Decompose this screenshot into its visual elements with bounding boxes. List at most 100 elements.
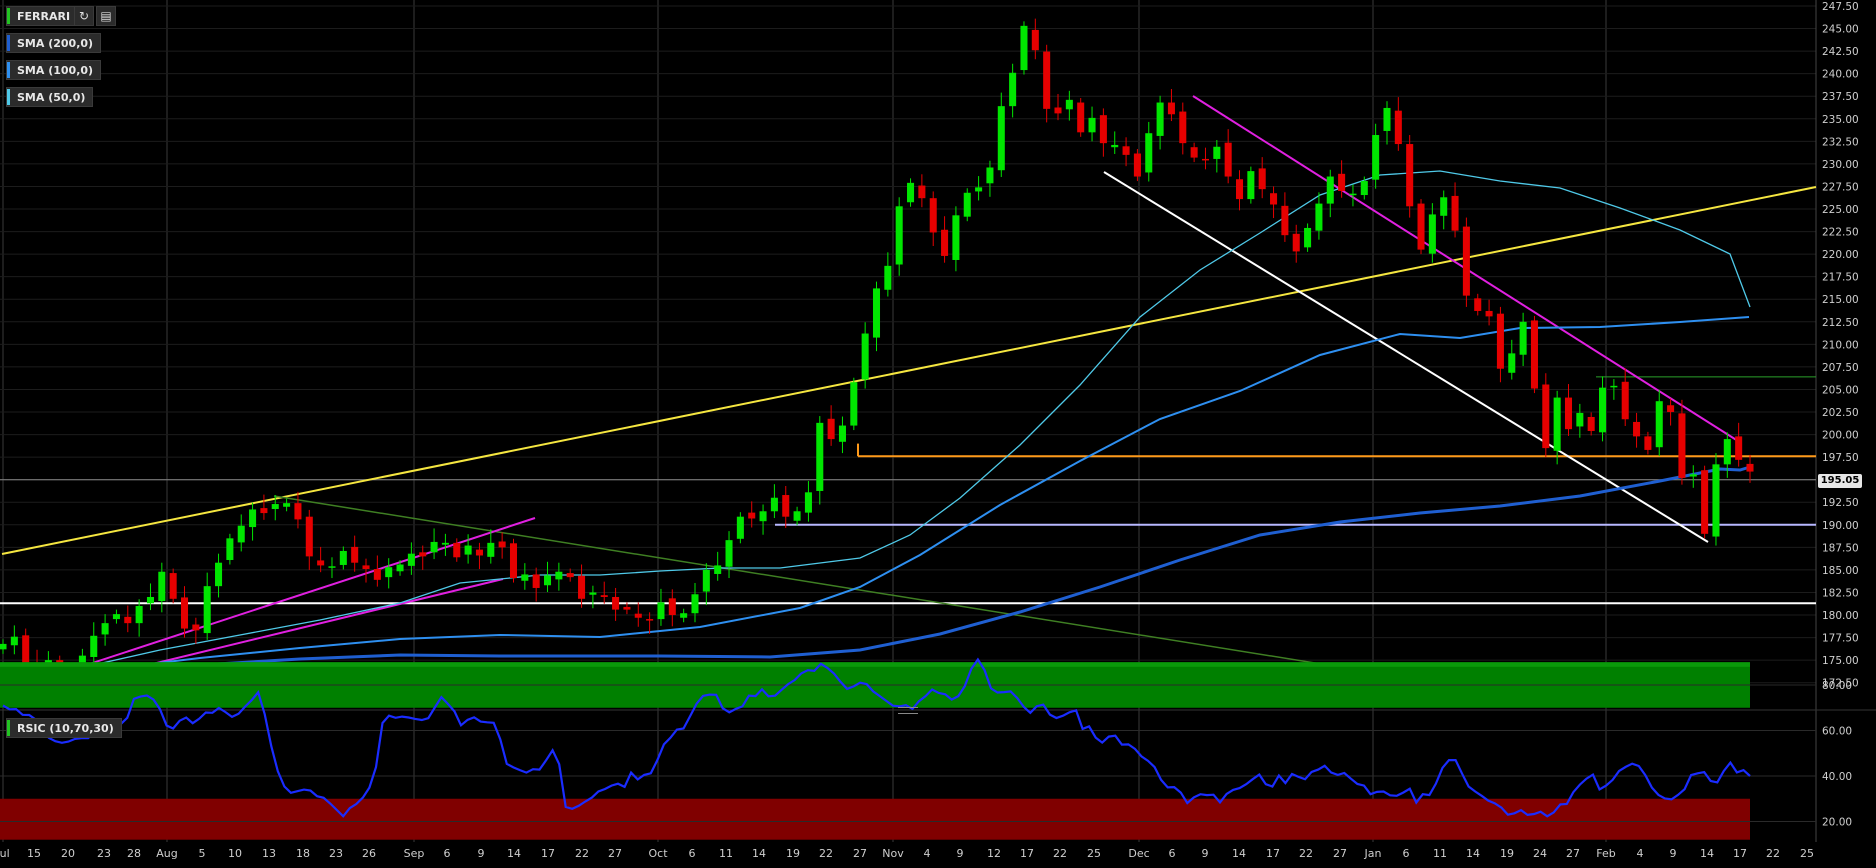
rsi-tick-label: 40.00 — [1822, 771, 1852, 783]
candle-body-down — [623, 606, 631, 610]
x-tick-label: 14 — [507, 847, 521, 860]
candle-body-up — [1065, 99, 1073, 110]
candle-body-up — [464, 545, 472, 555]
candle-body-down — [1054, 107, 1062, 114]
candle-body-up — [1599, 387, 1607, 433]
x-tick-label: 14 — [752, 847, 766, 860]
x-tick-label: 14 — [1466, 847, 1480, 860]
candle-body-up — [714, 565, 722, 574]
candle-body-up — [725, 540, 733, 567]
x-tick-label: 13 — [262, 847, 276, 860]
indicator-sma-100[interactable]: SMA (100,0) — [6, 60, 102, 80]
x-tick-label: 18 — [296, 847, 310, 860]
refresh-icon[interactable]: ↻ — [74, 6, 94, 26]
candle-body-down — [918, 185, 926, 199]
x-tick-label: 22 — [1299, 847, 1313, 860]
x-tick-label: Dec — [1128, 847, 1149, 860]
candle-body-up — [1723, 439, 1731, 465]
candle-body-down — [941, 229, 949, 256]
candle-body-up — [816, 422, 824, 491]
chart-canvas[interactable]: Jul 15 20 23 28 Aug 5 10 13 18 23 26 Sep 6 9 14 17 22 27 Oc… — [0, 0, 1876, 868]
symbol-color-bar — [7, 8, 10, 24]
candle-body-down — [782, 495, 790, 517]
candle-body-up — [1655, 401, 1663, 448]
price-tick-label: 220.00 — [1822, 249, 1859, 261]
price-tick-label: 175.00 — [1822, 655, 1859, 667]
candle-body-up — [872, 288, 881, 338]
candle-body-up — [850, 382, 858, 426]
chart-settings-icon[interactable]: ▤ — [96, 6, 116, 26]
rsi-tick-label: 20.00 — [1822, 817, 1852, 829]
price-tick-label: 200.00 — [1822, 430, 1859, 442]
symbol-label[interactable]: FERRARI — [6, 6, 79, 26]
candle-body-up — [1712, 464, 1720, 537]
candle-body-up — [544, 575, 552, 586]
x-tick-label: 14 — [1232, 847, 1246, 860]
indicator-sma-50[interactable]: SMA (50,0) — [6, 87, 94, 107]
candle-body-up — [1304, 227, 1312, 248]
sma-100-label: SMA (100,0) — [17, 64, 94, 77]
indicator-sma-200[interactable]: SMA (200,0) — [6, 33, 102, 53]
price-tick-label: 237.50 — [1822, 91, 1859, 103]
candle-body-down — [1258, 168, 1266, 190]
price-tick-label: 227.50 — [1822, 181, 1859, 193]
candle-body-down — [1224, 142, 1232, 177]
oversold-zone — [0, 798, 1750, 840]
candle-body-down — [1190, 147, 1198, 158]
candle-body-down — [305, 516, 313, 557]
candle-body-down — [1667, 405, 1675, 413]
x-tick-label: 27 — [853, 847, 867, 860]
x-tick-label: Oct — [648, 847, 668, 860]
x-tick-label: 6 — [1169, 847, 1176, 860]
x-tick-label: 27 — [608, 847, 622, 860]
candle-body-up — [657, 602, 665, 620]
price-tick-label: 187.50 — [1822, 542, 1859, 554]
candle-body-down — [317, 560, 325, 566]
candle-body-up — [1440, 197, 1448, 216]
candle-body-down — [351, 546, 359, 563]
candle-body-down — [532, 574, 540, 588]
candle-body-down — [612, 596, 620, 610]
candle-body-down — [475, 549, 483, 556]
candle-body-down — [634, 613, 642, 618]
x-tick-label: Jul — [0, 847, 10, 860]
symbol-text: FERRARI — [17, 10, 71, 23]
x-tick-label: 23 — [97, 847, 111, 860]
x-tick-label: 26 — [362, 847, 376, 860]
panel-resize-handle[interactable] — [898, 707, 918, 714]
candle-body-down — [453, 542, 461, 558]
candle-body-up — [1145, 133, 1153, 173]
candle-body-up — [283, 503, 291, 507]
sma-200-label: SMA (200,0) — [17, 37, 94, 50]
x-tick-label: 9 — [957, 847, 964, 860]
price-tick-label: 210.00 — [1822, 339, 1859, 351]
candle-body-down — [646, 619, 654, 621]
candle-body-down — [509, 543, 518, 579]
candle-body-down — [1530, 320, 1538, 389]
candle-body-up — [997, 106, 1005, 171]
candle-body-down — [1678, 413, 1686, 478]
candle-body-up — [1020, 25, 1028, 71]
candle-body-up — [1508, 353, 1516, 373]
candle-body-up — [1610, 385, 1618, 388]
candle-body-down — [1462, 226, 1470, 296]
candle-body-down — [1485, 310, 1493, 317]
candle-body-down — [578, 575, 586, 599]
candle-body-up — [1315, 203, 1323, 231]
candle-body-down — [1633, 421, 1641, 437]
candle-body-down — [1701, 470, 1709, 534]
candle-body-down — [1122, 146, 1130, 155]
candle-body-up — [963, 192, 971, 217]
price-tick-label: 215.00 — [1822, 294, 1859, 306]
x-tick-label: 14 — [1700, 847, 1714, 860]
candle-body-up — [90, 635, 98, 657]
candle-body-up — [158, 571, 166, 602]
candle-body-up — [884, 265, 892, 290]
indicator-rsi[interactable]: RSIC (10,70,30) — [6, 718, 122, 738]
candle-body-up — [838, 425, 846, 442]
x-tick-label: 11 — [1433, 847, 1447, 860]
candle-body-up — [1326, 176, 1334, 204]
candle-body-down — [1474, 298, 1482, 311]
candle-body-down — [1542, 384, 1550, 449]
x-tick-label: 5 — [199, 847, 206, 860]
